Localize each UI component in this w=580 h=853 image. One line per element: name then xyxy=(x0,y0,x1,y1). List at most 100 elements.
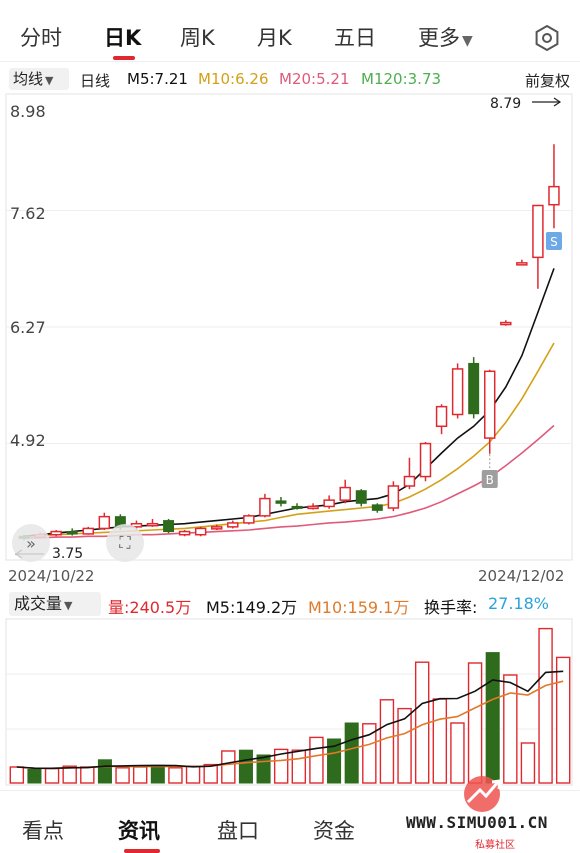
ma-legend: 均线 ▼ 日线 M5:7.21 M10:6.26 M20:5.21 M120:3.… xyxy=(0,64,580,94)
period-label: 日线 xyxy=(80,72,111,90)
adjust-mode[interactable]: 前复权 xyxy=(525,70,570,91)
candle-body xyxy=(387,485,400,509)
volume-bar xyxy=(238,749,253,784)
candle-body xyxy=(178,530,191,536)
ma120-value: M120:3.73 xyxy=(361,70,442,88)
volume-bar xyxy=(221,750,236,784)
candle-body xyxy=(66,531,78,535)
high-price-label: 8.79 xyxy=(490,96,522,112)
tab-monthly-k[interactable]: 月K xyxy=(257,22,292,52)
volume-bar xyxy=(44,767,60,784)
watermark-subtext: 私募社区 xyxy=(475,840,515,851)
volume-bar xyxy=(132,766,148,784)
double-chevron-left-icon: » xyxy=(26,533,36,553)
volume-indicator-selector[interactable]: 成交量 ▼ xyxy=(9,592,101,616)
kline-chart[interactable]: BS 8.98 7.62 6.27 4.92 8.79 3.75 » ⛶ xyxy=(0,92,580,562)
tab-daily-k[interactable]: 日K xyxy=(104,22,141,52)
tab-order-book[interactable]: 盘口 xyxy=(217,815,259,845)
volume-chart[interactable] xyxy=(0,617,580,789)
start-date-label: 2024/10/22 xyxy=(8,567,95,585)
candle-body xyxy=(500,321,512,326)
fullscreen-button[interactable]: ⛶ xyxy=(106,524,144,562)
kline-canvas: BS xyxy=(5,93,573,561)
ma20-value: M20:5.21 xyxy=(279,70,350,88)
candle-body xyxy=(419,442,432,478)
turnover-label: 换手率: xyxy=(424,598,478,617)
volume-bar xyxy=(503,674,518,784)
candle-body xyxy=(451,368,464,416)
low-price-label: 3.75 xyxy=(52,546,84,562)
price-axis-label: 4.92 xyxy=(10,431,46,450)
ma5-value: M5:7.21 xyxy=(127,70,188,88)
tab-highlights[interactable]: 看点 xyxy=(22,815,64,845)
volume-ma5-value: M5:149.2万 xyxy=(206,598,298,617)
volume-canvas xyxy=(5,618,573,786)
tab-intraday[interactable]: 分时 xyxy=(20,22,62,52)
tab-more-label: 更多 xyxy=(418,26,460,50)
volume-value: 量:240.5万 xyxy=(108,598,192,617)
volume-bar xyxy=(379,699,395,784)
volume-bar xyxy=(344,722,359,784)
price-axis-label: 8.98 xyxy=(10,102,46,121)
watermark: WWW.SIMU001.CN 私募社区 xyxy=(400,770,580,851)
candle-body xyxy=(50,530,62,536)
candle-body xyxy=(323,499,335,508)
caret-down-icon: ▼ xyxy=(45,74,54,87)
candle-body xyxy=(516,262,528,266)
candle-body xyxy=(275,500,287,504)
volume-bar xyxy=(291,749,307,784)
volume-bar xyxy=(538,627,553,784)
tab-capital-flow[interactable]: 资金 xyxy=(313,815,355,845)
tab-five-day[interactable]: 五日 xyxy=(334,22,376,52)
candle-body xyxy=(355,490,367,504)
candle-body xyxy=(259,497,271,517)
candle-body xyxy=(468,362,480,415)
tab-weekly-k[interactable]: 周K xyxy=(180,22,215,52)
tab-news[interactable]: 资讯 xyxy=(118,815,160,845)
volume-bar xyxy=(9,766,25,784)
volume-bar xyxy=(467,662,483,784)
candle-body xyxy=(307,505,319,510)
candle-body xyxy=(484,370,496,439)
end-date-label: 2024/12/02 xyxy=(478,567,565,585)
buy-marker-text: B xyxy=(486,473,494,487)
tab-more[interactable]: 更多 ▼ xyxy=(418,22,473,52)
candle-body xyxy=(243,515,255,524)
volume-bar xyxy=(309,736,324,784)
volume-bar xyxy=(27,768,42,784)
candle-body xyxy=(146,522,159,527)
active-tab-indicator xyxy=(124,849,160,853)
candle-body xyxy=(435,405,448,428)
expand-left-button[interactable]: » xyxy=(12,524,50,562)
candle-body xyxy=(163,520,175,533)
candle-body xyxy=(548,185,560,206)
volume-bar xyxy=(256,754,271,784)
candle-body xyxy=(211,526,223,530)
caret-down-icon: ▼ xyxy=(462,33,473,49)
volume-legend: 成交量 ▼ 量:240.5万 M5:149.2万 M10:159.1万 换手率: … xyxy=(0,588,580,618)
price-axis-label: 7.62 xyxy=(10,204,46,223)
stock-kline-screen: 分时 日K 周K 月K 五日 更多 ▼ 均线 ▼ 日线 M5:7.21 M10:6.… xyxy=(0,0,580,853)
volume-bar xyxy=(80,766,95,784)
watermark-text: WWW.SIMU001.CN xyxy=(406,813,548,832)
volume-selector-label: 成交量 xyxy=(14,594,63,613)
volume-bar xyxy=(115,767,130,784)
volume-bar xyxy=(185,765,201,784)
fullscreen-icon: ⛶ xyxy=(119,533,131,552)
candle-body xyxy=(194,527,207,536)
candle-body xyxy=(82,527,94,535)
volume-bar xyxy=(203,763,218,784)
watermark-logo-icon xyxy=(464,776,502,812)
sell-marker-text: S xyxy=(550,235,558,249)
candle-body xyxy=(532,204,544,259)
settings-icon[interactable] xyxy=(533,24,561,52)
period-tab-bar: 分时 日K 周K 月K 五日 更多 ▼ xyxy=(0,0,580,62)
candle-body xyxy=(98,515,111,530)
volume-bar xyxy=(168,767,183,784)
indicator-selector[interactable]: 均线 ▼ xyxy=(9,68,69,90)
turnover-value: 27.18% xyxy=(488,594,550,613)
active-tab-indicator xyxy=(113,56,135,60)
volume-bar xyxy=(485,652,500,784)
candle-body xyxy=(291,505,303,509)
volume-bar xyxy=(150,764,165,784)
